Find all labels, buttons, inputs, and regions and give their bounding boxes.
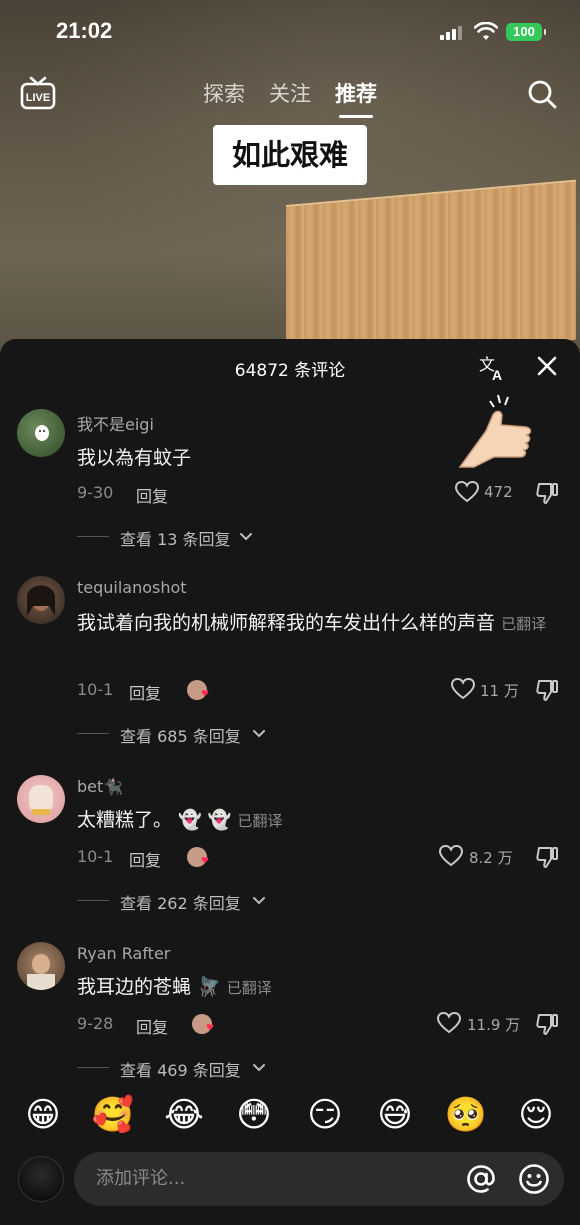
view-replies-label: 查看 262 条回复 xyxy=(120,894,241,913)
comment-text: 我试着向我的机械师解释我的车发出什么样的声音 已翻译 xyxy=(77,612,547,634)
thumbs-down-icon[interactable] xyxy=(535,481,559,505)
top-tabs: 探索 关注 推荐 xyxy=(0,78,580,118)
chevron-down-icon xyxy=(253,730,265,738)
chevron-down-icon xyxy=(253,897,265,905)
comment-item: 我不是eigi 我以為有蚊子 9-30 回复 472 查看 13 条回复 xyxy=(0,409,580,549)
wood-panel xyxy=(286,179,576,360)
comment-meta: 9-30 回复 472 xyxy=(77,481,565,507)
battery-indicator: 100 xyxy=(506,23,546,41)
comment-meta: 10-1 回复 11 万 xyxy=(77,678,565,704)
comment-item: Ryan Rafter 我耳边的苍蝇 🪰 已翻译 9-28 回复 11.9 万 … xyxy=(0,942,580,1082)
comment-input[interactable]: 添加评论... xyxy=(74,1152,564,1206)
divider-line xyxy=(77,733,109,734)
emoji-button[interactable]: 🥰 xyxy=(90,1092,136,1138)
close-icon[interactable] xyxy=(534,353,560,379)
view-replies-label: 查看 469 条回复 xyxy=(120,1061,241,1080)
chevron-down-icon xyxy=(253,1064,265,1072)
avatar[interactable] xyxy=(17,775,65,823)
emoji-button[interactable]: 🥺 xyxy=(443,1092,489,1138)
comment-item: bet🐈‍⬛ 太糟糕了。 👻 👻 已翻译 10-1 回复 8.2 万 查看 26… xyxy=(0,775,580,915)
top-nav: LIVE 探索 关注 推荐 xyxy=(0,70,580,120)
translated-tag[interactable]: 已翻译 xyxy=(227,979,272,997)
comment-meta: 9-28 回复 11.9 万 xyxy=(77,1012,565,1038)
reply-button[interactable]: 回复 xyxy=(136,1014,168,1038)
emoji-button[interactable]: 😅 xyxy=(372,1092,418,1138)
emoji-button[interactable]: 😌 xyxy=(513,1092,559,1138)
comment-date: 9-28 xyxy=(77,1014,114,1033)
comment-username[interactable]: 我不是eigi xyxy=(77,411,154,435)
comment-meta: 10-1 回复 8.2 万 xyxy=(77,845,565,871)
avatar[interactable] xyxy=(17,409,65,457)
comment-item: tequilanoshot 我试着向我的机械师解释我的车发出什么样的声音 已翻译… xyxy=(0,576,580,746)
like-count: 11.9 万 xyxy=(467,1016,521,1034)
avatar[interactable] xyxy=(17,576,65,624)
reply-button[interactable]: 回复 xyxy=(129,847,161,871)
comment-text: 我耳边的苍蝇 🪰 已翻译 xyxy=(77,976,272,998)
like-count: 11 万 xyxy=(480,682,519,700)
translate-icon[interactable]: 文 A xyxy=(478,353,508,383)
comment-date: 9-30 xyxy=(77,483,114,502)
creator-liked-icon xyxy=(187,847,209,867)
comment-input-bar: 添加评论... xyxy=(0,1150,580,1210)
comment-username[interactable]: bet🐈‍⬛ xyxy=(77,777,123,796)
tab-explore[interactable]: 探索 xyxy=(203,78,245,118)
svg-text:A: A xyxy=(492,367,502,383)
heart-icon[interactable] xyxy=(437,1012,461,1034)
reply-button[interactable]: 回复 xyxy=(129,680,161,704)
comment-text: 太糟糕了。 👻 👻 已翻译 xyxy=(77,809,283,831)
emoji-button[interactable]: 😁 xyxy=(20,1092,66,1138)
video-caption: 如此艰难 xyxy=(213,125,367,185)
emoji-picker-icon[interactable] xyxy=(518,1163,550,1195)
divider-line xyxy=(77,1067,109,1068)
view-replies-label: 查看 685 条回复 xyxy=(120,727,241,746)
comment-username[interactable]: tequilanoshot xyxy=(77,578,187,597)
reply-button[interactable]: 回复 xyxy=(136,483,168,507)
heart-icon[interactable] xyxy=(455,481,479,503)
search-icon[interactable] xyxy=(526,78,558,110)
creator-liked-icon xyxy=(192,1014,214,1034)
emoji-quick-bar: 😁 🥰 😂 😳 😏 😅 🥺 😌 xyxy=(0,1092,580,1138)
tab-for-you[interactable]: 推荐 xyxy=(335,78,377,118)
translated-tag[interactable]: 已翻译 xyxy=(501,615,546,633)
chevron-down-icon xyxy=(240,533,252,541)
translated-tag[interactable]: 已翻译 xyxy=(237,812,282,830)
divider-line xyxy=(77,536,109,537)
status-time: 21:02 xyxy=(56,18,113,43)
avatar[interactable] xyxy=(17,942,65,990)
comment-input-placeholder: 添加评论... xyxy=(96,1168,186,1189)
thumbs-down-icon[interactable] xyxy=(535,845,559,869)
tab-following[interactable]: 关注 xyxy=(269,78,311,118)
thumbs-down-icon[interactable] xyxy=(535,678,559,702)
thumbs-down-icon[interactable] xyxy=(535,1012,559,1036)
divider-line xyxy=(77,900,109,901)
emoji-button[interactable]: 😂 xyxy=(161,1092,207,1138)
heart-icon[interactable] xyxy=(451,678,475,700)
wifi-icon xyxy=(474,22,498,40)
view-replies-label: 查看 13 条回复 xyxy=(120,530,231,549)
emoji-button[interactable]: 😳 xyxy=(231,1092,277,1138)
my-avatar[interactable] xyxy=(18,1156,64,1202)
status-bar: 21:02 100 xyxy=(0,0,580,60)
comment-date: 10-1 xyxy=(77,847,114,866)
mention-at-icon[interactable] xyxy=(466,1164,496,1194)
creator-liked-icon xyxy=(187,680,209,700)
comment-text: 我以為有蚊子 xyxy=(77,447,192,469)
like-count: 8.2 万 xyxy=(469,849,513,867)
emoji-button[interactable]: 😏 xyxy=(302,1092,348,1138)
signal-icon xyxy=(440,26,464,40)
comment-username[interactable]: Ryan Rafter xyxy=(77,944,170,963)
like-count: 472 xyxy=(484,483,513,501)
heart-icon[interactable] xyxy=(439,845,463,867)
comment-date: 10-1 xyxy=(77,680,114,699)
